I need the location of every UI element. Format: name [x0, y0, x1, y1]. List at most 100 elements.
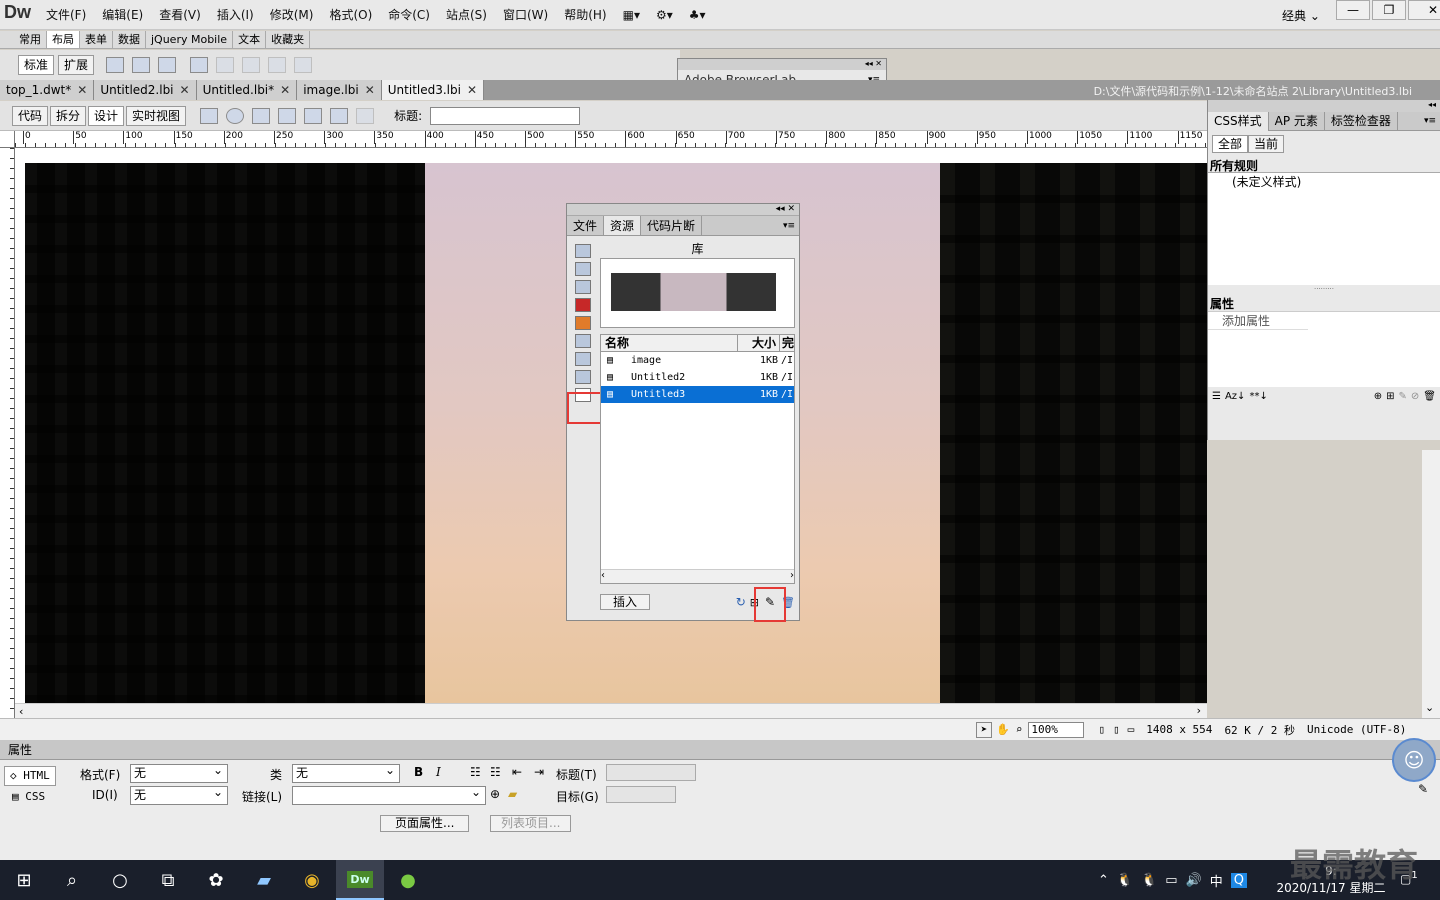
window-size[interactable]: 1408 x 554: [1146, 723, 1212, 736]
maximize-button[interactable]: ❐: [1372, 0, 1406, 20]
add-property-link[interactable]: 添加属性: [1208, 312, 1308, 330]
scripts-icon[interactable]: [575, 352, 591, 366]
horizontal-scrollbar[interactable]: ‹ ›: [15, 703, 1207, 718]
expanded-button[interactable]: 扩展: [58, 55, 95, 75]
code-view-button[interactable]: 代码: [12, 105, 49, 126]
close-icon[interactable]: ✕: [180, 83, 190, 97]
list-item[interactable]: ▤ Untitled2 1KB /I: [601, 369, 794, 386]
unordered-list-icon[interactable]: ☷: [470, 765, 481, 779]
category-view-icon[interactable]: ☰: [1212, 391, 1221, 402]
images-icon[interactable]: [575, 244, 591, 258]
app-pinwheel-icon[interactable]: ✿: [192, 860, 240, 900]
refresh-icon[interactable]: ↻: [736, 595, 746, 609]
menu-view[interactable]: 查看(V): [151, 0, 209, 30]
doc-tab-untitled3[interactable]: Untitled3.lbi ✕: [381, 80, 485, 100]
edit-icon[interactable]: ✎: [1418, 782, 1428, 796]
chrome-icon[interactable]: ◉: [288, 860, 336, 900]
site-icon[interactable]: ♣▾: [681, 0, 714, 30]
gear-icon[interactable]: ⚙▾: [648, 0, 681, 30]
delete-icon[interactable]: 🗑: [1423, 391, 1436, 402]
format-select[interactable]: 无: [130, 762, 228, 783]
menu-commands[interactable]: 命令(C): [380, 0, 438, 30]
minimize-button[interactable]: —: [1336, 0, 1370, 20]
page-properties-button[interactable]: 页面属性...: [380, 815, 470, 832]
attach-style-icon[interactable]: ⊕: [1374, 391, 1382, 402]
css-mode-button[interactable]: ▤ CSS: [12, 790, 45, 803]
css-panel-header[interactable]: ◂◂: [1208, 100, 1440, 112]
tab-files[interactable]: 文件: [567, 216, 605, 235]
close-icon[interactable]: ✕: [467, 83, 477, 97]
visual-aids-icon[interactable]: [330, 107, 349, 124]
undefined-style-item[interactable]: (未定义样式): [1232, 173, 1440, 190]
ordered-list-icon[interactable]: ☷: [490, 765, 501, 779]
dreamweaver-taskbar-icon[interactable]: Dw: [336, 860, 384, 900]
layout-icon[interactable]: ▦▾: [615, 0, 648, 30]
indent-icon[interactable]: ⇥: [534, 765, 544, 779]
tab-favorites[interactable]: 收藏夹: [266, 31, 311, 48]
tab-text[interactable]: 文本: [233, 31, 267, 48]
tab-assets[interactable]: 资源: [604, 216, 642, 235]
qq-icon[interactable]: 🐧: [1117, 873, 1133, 888]
menu-modify[interactable]: 修改(M): [262, 0, 322, 30]
current-mode-button[interactable]: 当前: [1248, 135, 1285, 153]
urls-icon[interactable]: [575, 280, 591, 294]
html-mode-button[interactable]: ◇ HTML: [4, 766, 56, 786]
close-icon[interactable]: ✕: [280, 83, 290, 97]
div-icon[interactable]: [106, 57, 125, 73]
list-item[interactable]: ▤ image 1KB /I: [601, 352, 794, 369]
asset-list-scrollbar[interactable]: ‹ ›: [601, 569, 794, 583]
check-browser-icon[interactable]: [304, 107, 323, 124]
menu-format[interactable]: 格式(O): [321, 0, 380, 30]
ap-div-icon[interactable]: [132, 57, 151, 73]
italic-button[interactable]: I: [436, 765, 441, 779]
mobile-size-icon[interactable]: ▯: [1098, 723, 1105, 736]
menu-window[interactable]: 窗口(W): [495, 0, 556, 30]
class-select[interactable]: 无: [292, 762, 400, 783]
ime-indicator[interactable]: 中: [1210, 871, 1223, 890]
qq-icon[interactable]: 🐧: [1141, 873, 1157, 888]
tablet-size-icon[interactable]: ▯: [1113, 723, 1120, 736]
doc-tab-untitled2[interactable]: Untitled2.lbi ✕: [94, 80, 197, 100]
col-extra-header[interactable]: 完: [778, 335, 794, 351]
app-melon-icon[interactable]: ●: [384, 860, 432, 900]
tab-ap-elements[interactable]: AP 元素: [1269, 111, 1325, 131]
network-icon[interactable]: ▭: [1165, 873, 1177, 888]
col-name-header[interactable]: 名称: [601, 335, 737, 351]
bold-button[interactable]: B: [414, 765, 423, 779]
new-rule-icon[interactable]: ⊞: [1386, 391, 1394, 402]
vertical-scrollbar[interactable]: ⌄: [1422, 450, 1440, 718]
link-input[interactable]: [292, 784, 486, 805]
close-button[interactable]: ✕: [1408, 0, 1440, 20]
zoom-select[interactable]: 100%: [1028, 721, 1085, 738]
title-input[interactable]: [430, 106, 581, 125]
all-mode-button[interactable]: 全部: [1212, 135, 1249, 153]
preview-browser-icon[interactable]: [226, 107, 245, 124]
point-to-file-icon[interactable]: ⊕: [490, 787, 500, 801]
w3c-validation-icon[interactable]: [278, 107, 297, 124]
windows-start-icon[interactable]: ⊞: [0, 860, 48, 900]
chevron-up-icon[interactable]: ⌃: [1098, 873, 1109, 888]
menu-edit[interactable]: 编辑(E): [94, 0, 151, 30]
doc-tab-image[interactable]: image.lbi ✕: [297, 80, 382, 100]
split-view-button[interactable]: 拆分: [50, 105, 87, 126]
colors-icon[interactable]: [575, 262, 591, 276]
zoom-icon[interactable]: ⌕: [1016, 723, 1023, 736]
doc-tab-top1[interactable]: top_1.dwt* ✕: [0, 80, 95, 100]
outdent-icon[interactable]: ⇤: [512, 765, 522, 779]
tab-forms[interactable]: 表单: [80, 31, 113, 48]
tab-common[interactable]: 常用: [14, 31, 47, 48]
menu-file[interactable]: 文件(F): [38, 0, 94, 30]
app-notepad-icon[interactable]: ▰: [240, 860, 288, 900]
close-icon[interactable]: ✕: [77, 83, 87, 97]
tab-snippets[interactable]: 代码片断: [641, 216, 703, 235]
tab-data[interactable]: 数据: [113, 31, 146, 48]
hand-icon[interactable]: ✋: [996, 723, 1010, 736]
file-management-icon[interactable]: [252, 107, 271, 124]
tab-css-styles[interactable]: CSS样式: [1208, 111, 1269, 131]
table-icon[interactable]: [190, 57, 209, 73]
assistant-avatar[interactable]: ☺: [1392, 738, 1436, 782]
pointer-icon[interactable]: ➤: [976, 721, 992, 738]
cortana-icon[interactable]: ○: [96, 860, 144, 900]
live-view-button[interactable]: 实时视图: [126, 105, 187, 126]
draw-ap-icon[interactable]: [158, 57, 177, 73]
